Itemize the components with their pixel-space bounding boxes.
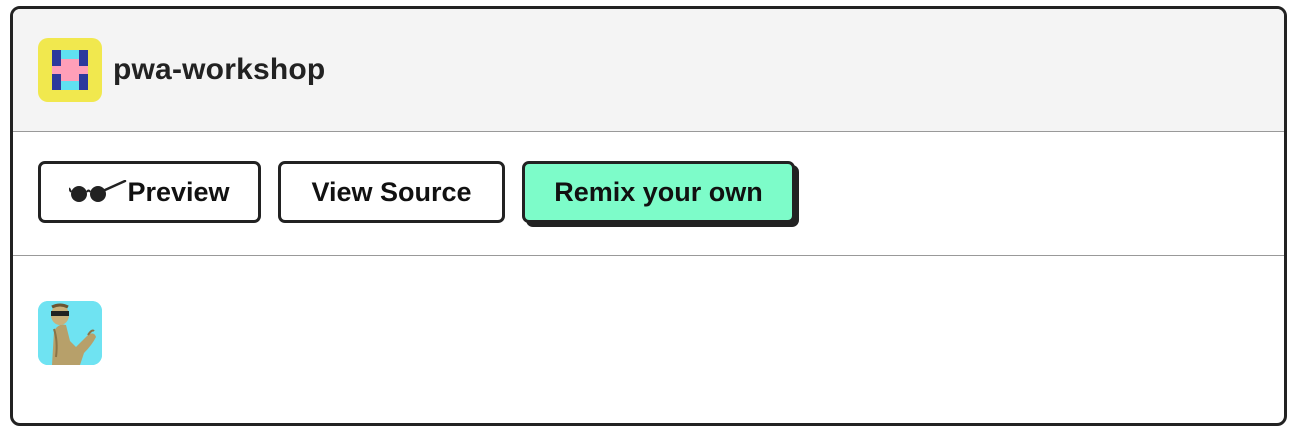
project-title[interactable]: pwa-workshop [113,53,325,87]
project-actions: Preview View Source Remix your own [13,132,1284,256]
project-logo-icon[interactable] [38,38,102,102]
user-avatar[interactable] [38,301,102,365]
project-header: pwa-workshop [13,9,1284,132]
avatar-illustration-icon [38,301,102,365]
preview-button[interactable]: Preview [38,161,261,223]
remix-button[interactable]: Remix your own [522,161,795,223]
sunglasses-icon [69,180,127,202]
project-contributors [13,256,1284,423]
project-card: pwa-workshop Preview View Source Remix y… [10,6,1287,426]
view-source-label: View Source [311,176,472,207]
remix-label: Remix your own [554,176,763,207]
view-source-button[interactable]: View Source [278,161,505,223]
preview-label: Preview [127,176,230,207]
logo-graphic [52,50,88,90]
